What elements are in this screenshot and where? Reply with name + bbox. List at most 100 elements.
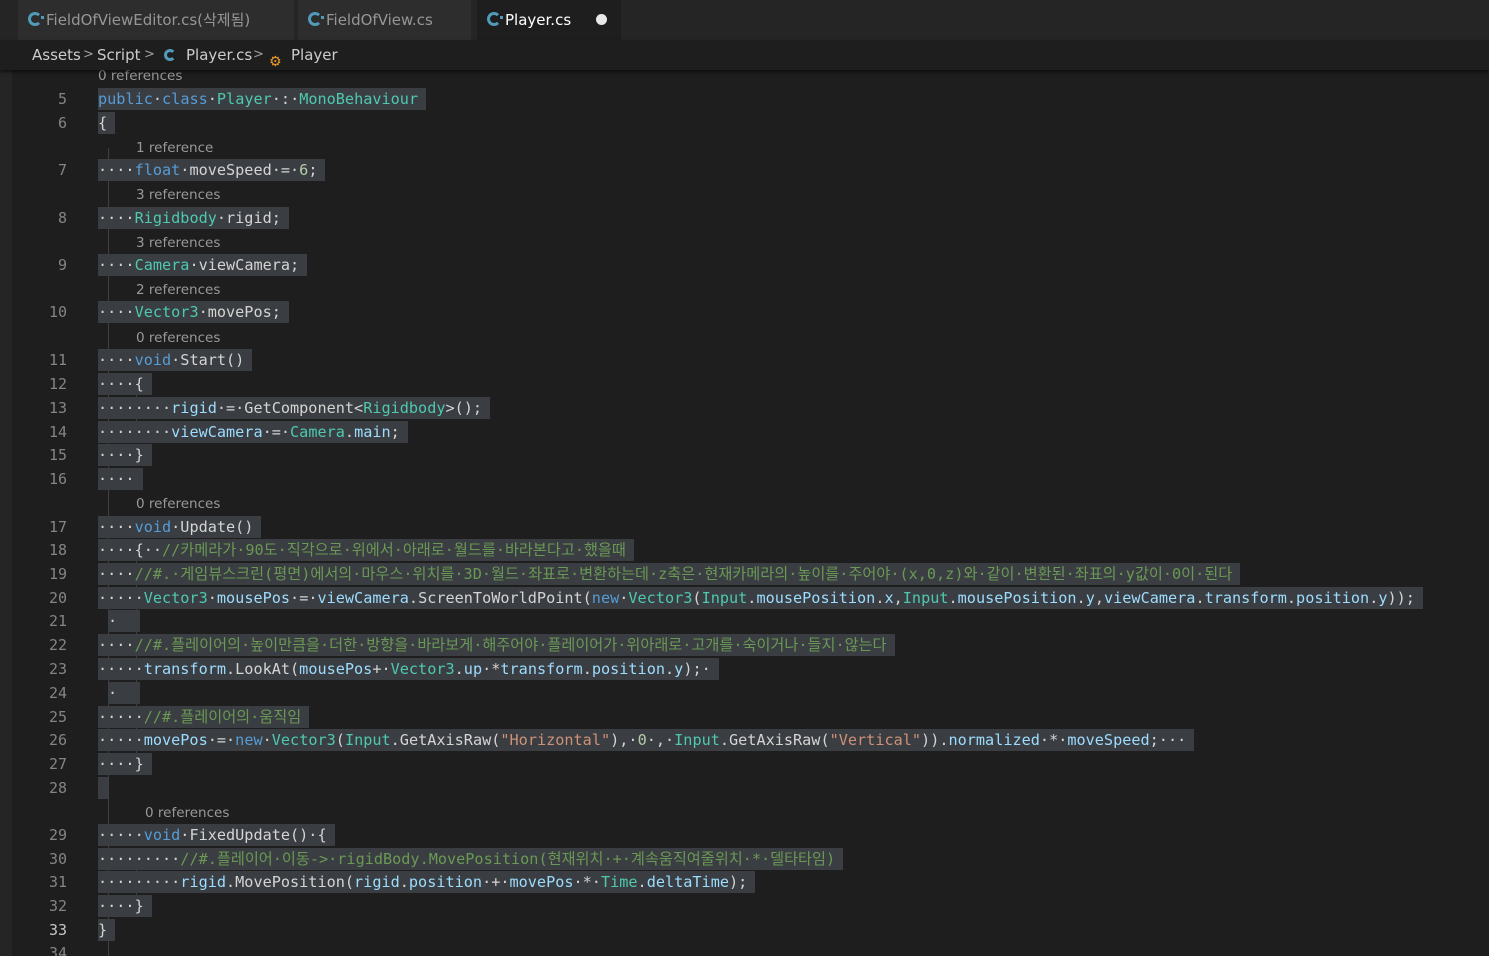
line-number: 7 xyxy=(57,161,67,179)
code-line[interactable]: ····{ xyxy=(98,373,152,395)
code-token: "Vertical" xyxy=(829,731,922,749)
line-number: 25 xyxy=(48,708,67,726)
code-token: ····· xyxy=(98,589,144,607)
code-line[interactable]: ·········rigid.MovePosition(rigid.positi… xyxy=(98,871,756,893)
code-line[interactable]: public·class·Player·:·MonoBehaviour xyxy=(98,88,427,110)
line-number: 30 xyxy=(48,850,67,868)
code-token: rigid xyxy=(180,873,227,891)
code-token: Input xyxy=(701,589,748,607)
code-token: Input xyxy=(344,731,391,749)
code-token: ···· xyxy=(98,161,135,179)
code-token: ·=· xyxy=(207,731,236,749)
code-token: ····· xyxy=(98,660,144,678)
code-line[interactable]: ····} xyxy=(98,753,152,775)
code-token: ·:· xyxy=(271,90,300,108)
code-token: mousePosition xyxy=(957,589,1077,607)
code-line[interactable]: ·····Vector3·mousePos·=·viewCamera.Scree… xyxy=(98,587,1423,609)
breadcrumb-symbol[interactable]: Player xyxy=(291,40,338,70)
code-token: · xyxy=(108,684,118,702)
code-line[interactable]: ····{··//카메라가·90도·직각으로·위에서·아래로·월드를·바라본다고… xyxy=(98,539,634,561)
codelens-references[interactable]: 0 references xyxy=(136,329,220,347)
code-line[interactable]: ····Rigidbody·rigid; xyxy=(98,207,289,229)
tab-label: FieldOfViewEditor.cs(삭제됨) xyxy=(46,11,251,29)
activity-edge xyxy=(0,70,12,956)
line-number: 31 xyxy=(48,873,67,891)
breadcrumb-assets[interactable]: Assets xyxy=(32,40,81,70)
code-token: 0 xyxy=(637,731,647,749)
code-token: //#.플레이어·이동->·rigidBody.MovePosition(현재위… xyxy=(180,850,836,868)
csharp-file-icon xyxy=(164,49,176,61)
code-token: void xyxy=(134,351,172,369)
breadcrumb-script[interactable]: Script xyxy=(97,40,141,70)
code-token: ·*· xyxy=(1039,731,1068,749)
code-line[interactable]: ·····movePos·=·new·Vector3(Input.GetAxis… xyxy=(98,729,1195,751)
code-token: } xyxy=(98,921,108,939)
codelens-references[interactable]: 0 references xyxy=(136,495,220,513)
line-number: 12 xyxy=(48,375,67,393)
class-symbol-icon: ⚙ xyxy=(269,54,282,70)
code-line[interactable]: · xyxy=(108,682,140,704)
code-line[interactable]: ········rigid·=·GetComponent<Rigidbody>(… xyxy=(98,397,491,419)
code-token: Vector3 xyxy=(628,589,693,607)
code-line[interactable]: ·····//#.플레이어의·움직임 xyxy=(98,706,310,728)
code-token: Vector3 xyxy=(390,660,455,678)
code-token: ····· xyxy=(98,731,144,749)
code-line[interactable]: { xyxy=(98,112,116,134)
codelens-references[interactable]: 1 reference xyxy=(136,139,213,157)
code-token: ·* xyxy=(482,660,501,678)
code-line[interactable]: ·········//#.플레이어·이동->·rigidBody.MovePos… xyxy=(98,848,844,870)
tab-fieldofvieweditor[interactable]: FieldOfViewEditor.cs(삭제됨) xyxy=(18,0,294,40)
csharp-file-icon xyxy=(487,12,503,26)
unsaved-changes-dot-icon[interactable] xyxy=(596,14,607,25)
tab-fieldofview[interactable]: FieldOfView.cs xyxy=(298,0,471,40)
code-line[interactable]: ····//#.·게임뷰스크린(평면)에서의·마우스·위치를·3D·월드·좌표로… xyxy=(98,563,1241,585)
line-number: 6 xyxy=(57,114,67,132)
code-token: . xyxy=(637,873,647,891)
code-line[interactable]: ····void·Update() xyxy=(98,516,262,538)
code-token: Time xyxy=(600,873,638,891)
code-token: new xyxy=(591,589,620,607)
codelens-references[interactable]: 3 references xyxy=(136,186,220,204)
code-token: . xyxy=(1369,589,1379,607)
codelens-references[interactable]: 2 references xyxy=(136,281,220,299)
code-line[interactable]: ····Camera·viewCamera; xyxy=(98,254,308,276)
codelens-references[interactable]: 0 references xyxy=(145,804,229,822)
code-token: Input xyxy=(902,589,949,607)
code-line[interactable]: ·····void·FixedUpdate()·{ xyxy=(98,824,335,846)
code-line[interactable]: ···· xyxy=(98,468,143,490)
code-token: ·moveSpeed·=· xyxy=(180,161,300,179)
tab-label: Player.cs xyxy=(505,11,572,29)
code-token: ·=·GetComponent< xyxy=(216,399,364,417)
code-token: rigid xyxy=(354,873,400,891)
line-number: 9 xyxy=(57,256,67,274)
code-token: · xyxy=(207,589,217,607)
code-token: transform xyxy=(143,660,227,678)
code-token: 6 xyxy=(299,161,309,179)
code-token: . xyxy=(344,423,355,441)
code-line[interactable]: ·····transform.LookAt(mousePos+·Vector3.… xyxy=(98,658,719,680)
code-line[interactable]: ····//#.플레이어의·높이만큼을·더한·방향을·바라보게·해주어야·플레이… xyxy=(98,634,895,656)
tab-player[interactable]: Player.cs xyxy=(477,0,621,40)
code-token: .ScreenToWorldPoint( xyxy=(408,589,592,607)
code-line[interactable]: ········viewCamera·=·Camera.main; xyxy=(98,421,408,443)
code-token: void xyxy=(143,826,181,844)
code-line[interactable]: ····} xyxy=(98,895,152,917)
code-line[interactable] xyxy=(98,777,108,799)
code-token: position xyxy=(408,873,483,891)
code-line[interactable]: ····} xyxy=(98,444,152,466)
code-line[interactable]: ····float·moveSpeed·=·6; xyxy=(98,159,326,181)
codelens-references[interactable]: 3 references xyxy=(136,234,220,252)
code-line[interactable]: ····void·Start() xyxy=(98,349,253,371)
code-token: //#.·게임뷰스크린(평면)에서의·마우스·위치를·3D·월드·좌표로·변환하… xyxy=(134,565,1233,583)
code-token: ···· xyxy=(98,351,135,369)
code-editor[interactable]: 0 references 1 reference 3 references 3 … xyxy=(12,70,1489,956)
code-token: ·,· xyxy=(646,731,675,749)
code-token: ····· xyxy=(98,708,144,726)
breadcrumb-file[interactable]: Player.cs xyxy=(186,40,252,70)
code-token: ····{ xyxy=(98,375,144,393)
code-token: ( xyxy=(692,589,702,607)
code-line[interactable]: · xyxy=(108,610,140,632)
codelens-references[interactable]: 0 references xyxy=(98,70,182,85)
code-line[interactable]: ····Vector3·movePos; xyxy=(98,301,289,323)
code-line[interactable]: } xyxy=(98,919,116,941)
